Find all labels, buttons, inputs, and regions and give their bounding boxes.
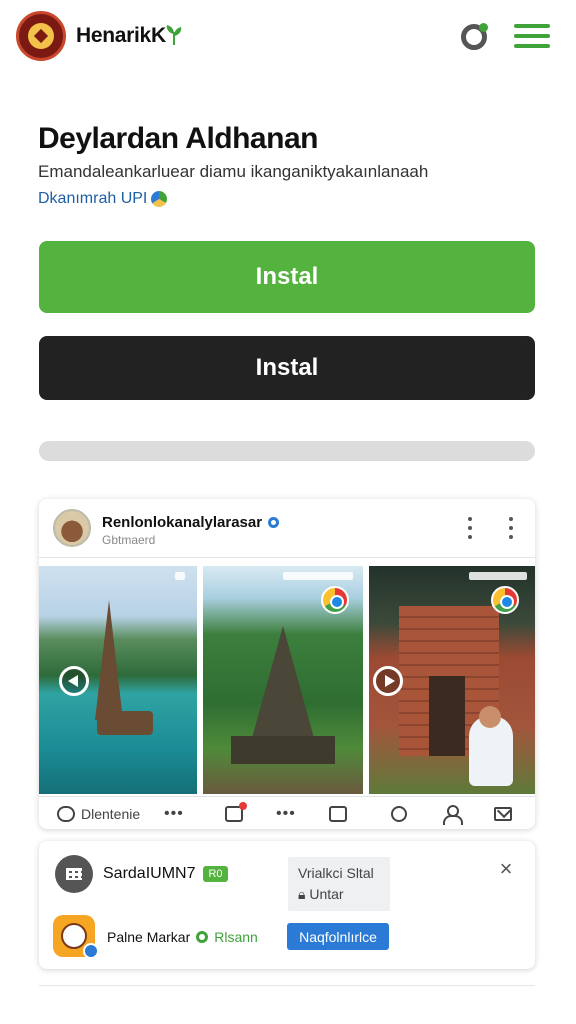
app-icon[interactable] xyxy=(53,915,99,959)
status-bar-icons xyxy=(283,572,353,580)
search-button[interactable] xyxy=(391,803,407,825)
comment-button[interactable]: Dlentenie xyxy=(57,803,140,825)
banner-tag: R0 xyxy=(203,866,228,882)
play-back-icon[interactable] xyxy=(59,666,89,696)
person-head xyxy=(479,706,501,728)
close-icon[interactable]: × xyxy=(496,858,516,880)
app-subtitle: Emandaleankarluear diamu ikanganiktyakaı… xyxy=(38,162,429,181)
screenshot-lake-pagoda[interactable] xyxy=(39,566,197,794)
chat-bubble-icon xyxy=(57,806,75,822)
more-vertical-icon[interactable] xyxy=(508,517,514,539)
more-dots-icon[interactable]: ••• xyxy=(276,803,296,825)
status-dot-icon xyxy=(196,931,209,943)
banner-app-name: Palne Markar xyxy=(107,929,191,945)
avatar[interactable] xyxy=(53,509,91,547)
app-title: Deylardan Aldhanan xyxy=(38,122,318,155)
install-button-secondary[interactable]: Instal xyxy=(39,336,535,400)
progress-bar xyxy=(39,441,535,461)
more-dots-icon[interactable]: ••• xyxy=(164,803,184,825)
post-toolbar: Dlentenie ••• ••• xyxy=(39,796,535,829)
lock-icon: 🔒︎ xyxy=(298,886,306,902)
document-icon xyxy=(329,806,347,822)
chrome-icon[interactable] xyxy=(321,586,349,614)
banner-side-line2-text: Untar xyxy=(309,886,344,902)
user-icon xyxy=(443,805,463,825)
message-box-button[interactable] xyxy=(225,802,247,825)
mail-icon xyxy=(494,807,512,821)
top-header: HenarikK xyxy=(0,0,576,76)
message-box-icon xyxy=(225,802,247,822)
comment-label: Dlentenie xyxy=(81,806,141,822)
more-vertical-icon[interactable] xyxy=(467,517,473,539)
developer-link[interactable]: Dkanımrah UPI xyxy=(38,190,168,208)
temple-base-shape xyxy=(231,736,335,764)
temple-emblem-logo[interactable] xyxy=(16,11,66,61)
divider xyxy=(39,557,535,558)
leaf-icon xyxy=(166,25,182,45)
pagoda-shape xyxy=(95,600,123,720)
divider xyxy=(39,985,535,986)
developer-badge-icon xyxy=(151,191,168,207)
user-button[interactable] xyxy=(443,803,463,825)
banner-side-box[interactable]: Vrialkci Sltal 🔒︎ Untar xyxy=(288,857,390,911)
chrome-icon[interactable] xyxy=(491,586,519,614)
post-author[interactable]: Renlonlokanalylarasar xyxy=(102,514,280,531)
grid-app-icon xyxy=(55,855,93,893)
promo-banner: SardaIUMN7 R0 Vrialkci Sltal 🔒︎ Untar × … xyxy=(39,841,535,969)
banner-title: SardaIUMN7 R0 xyxy=(103,865,228,883)
install-button-primary[interactable]: Instal xyxy=(39,241,535,313)
mail-button[interactable] xyxy=(494,803,512,825)
app-badge-icon xyxy=(83,943,99,959)
banner-side-line2: 🔒︎ Untar xyxy=(298,884,380,905)
play-forward-icon[interactable] xyxy=(373,666,403,696)
banner-action-button[interactable]: Naqfolnlırlce xyxy=(287,923,389,950)
screenshot-red-temple-gate[interactable] xyxy=(369,566,535,794)
post-author-sub: Gbtmaerd xyxy=(102,533,156,547)
developer-name[interactable]: Dkanımrah UPI xyxy=(38,190,147,208)
banner-side-line1: Vrialkci Sltal xyxy=(298,865,374,881)
search-icon xyxy=(391,806,407,822)
banner-app-status: Rlsann xyxy=(214,929,258,945)
post-card: Renlonlokanalylarasar Gbtmaerd Dlentenie… xyxy=(39,499,535,829)
sync-icon[interactable] xyxy=(461,23,488,50)
progress-fill xyxy=(39,441,535,461)
gate-door-shape xyxy=(429,676,465,756)
status-icon xyxy=(175,572,185,580)
status-bar-icons xyxy=(469,572,527,580)
hamburger-menu-icon[interactable] xyxy=(514,24,550,48)
banner-title-text: SardaIUMN7 xyxy=(103,865,196,882)
banner-app: Palne Markar Rlsann xyxy=(107,929,258,945)
screenshot-jungle-temple[interactable] xyxy=(203,566,363,794)
pagoda-base-shape xyxy=(97,711,153,735)
document-button[interactable] xyxy=(329,803,347,825)
brand-name: HenarikK xyxy=(76,24,166,47)
post-author-name[interactable]: Renlonlokanalylarasar xyxy=(102,514,262,531)
verified-icon xyxy=(268,517,280,528)
